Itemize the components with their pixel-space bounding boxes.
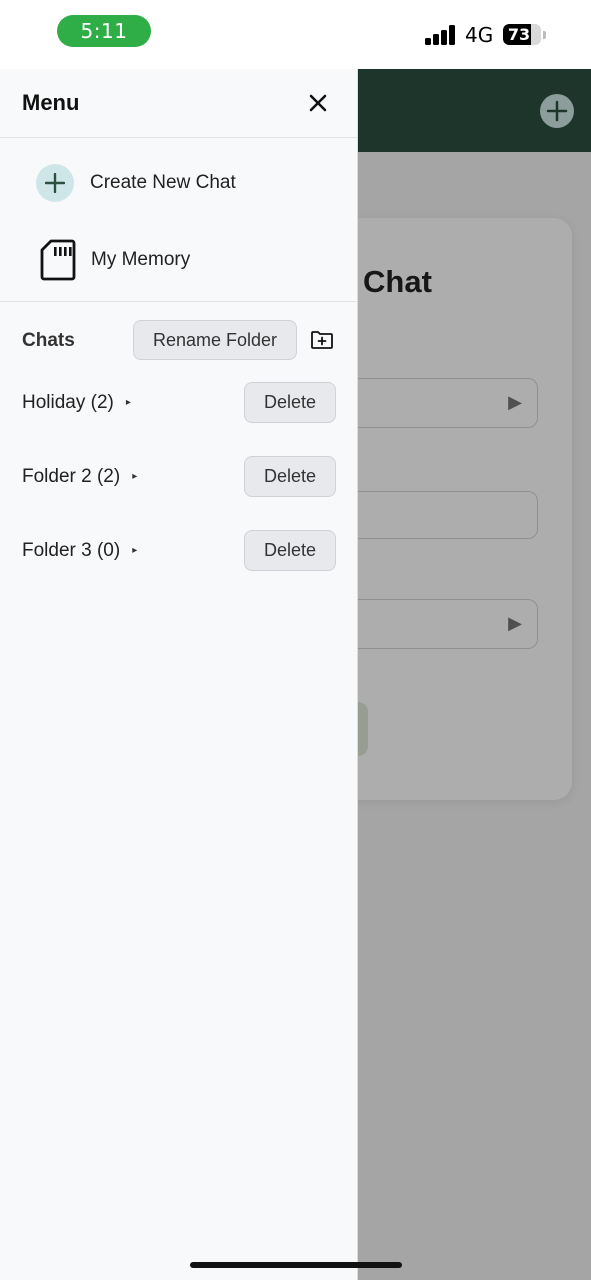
- create-new-chat-label: Create New Chat: [90, 172, 236, 193]
- folder-name: Holiday (2) ▸: [22, 392, 131, 413]
- plus-icon: [36, 164, 74, 202]
- network-type: 4G: [465, 23, 494, 47]
- folder-row-holiday[interactable]: Holiday (2) ▸ Delete: [0, 382, 358, 424]
- status-bar: 5:11 4G 73: [0, 0, 591, 69]
- create-new-chat-button[interactable]: Create New Chat: [0, 152, 358, 216]
- screen: 5:11 4G 73 Chat ▶ ▶ Menu Create New Chat…: [0, 0, 591, 1280]
- expand-caret-icon: ▸: [125, 397, 131, 408]
- my-memory-button[interactable]: My Memory: [0, 229, 358, 293]
- chats-section-label: Chats: [22, 330, 75, 351]
- sd-card-icon: [40, 239, 76, 281]
- menu-title: Menu: [22, 90, 80, 115]
- battery-icon: 73: [503, 24, 541, 45]
- folder-name: Folder 3 (0) ▸: [22, 540, 138, 561]
- expand-caret-icon: ▸: [132, 545, 138, 556]
- folder-name: Folder 2 (2) ▸: [22, 466, 138, 487]
- battery-percent: 73: [507, 25, 531, 44]
- rename-folder-button[interactable]: Rename Folder: [133, 320, 297, 360]
- delete-folder-button[interactable]: Delete: [244, 382, 336, 423]
- side-menu: Menu Create New Chat My Memory Chats Ren…: [0, 69, 358, 1280]
- status-time: 5:11: [57, 15, 151, 47]
- my-memory-label: My Memory: [91, 249, 191, 270]
- folder-row-folder-2[interactable]: Folder 2 (2) ▸ Delete: [0, 456, 358, 498]
- folder-row-folder-3[interactable]: Folder 3 (0) ▸ Delete: [0, 530, 358, 572]
- menu-header: Menu: [0, 69, 358, 138]
- close-icon: [309, 94, 327, 112]
- delete-folder-button[interactable]: Delete: [244, 456, 336, 497]
- menu-divider: [0, 301, 358, 302]
- home-indicator[interactable]: [190, 1262, 402, 1268]
- signal-icon: [425, 24, 457, 45]
- close-button[interactable]: [304, 89, 332, 117]
- battery-tip: [543, 31, 546, 39]
- expand-caret-icon: ▸: [132, 471, 138, 482]
- folder-plus-icon[interactable]: [310, 330, 334, 350]
- delete-folder-button[interactable]: Delete: [244, 530, 336, 571]
